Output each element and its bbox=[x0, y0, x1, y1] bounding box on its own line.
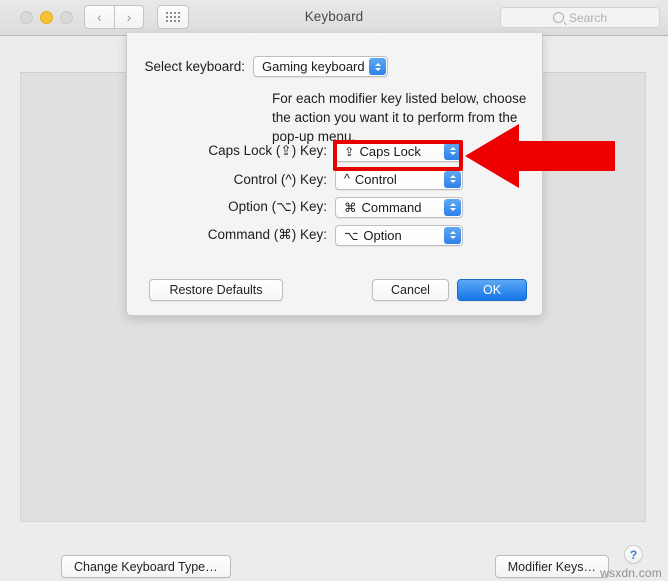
search-placeholder: Search bbox=[568, 10, 608, 25]
modifier-rows: Caps Lock (⇪) Key: ⇪ Caps Lock Control (… bbox=[127, 137, 544, 249]
modifier-row-control: Control (^) Key: ^ Control bbox=[127, 165, 544, 193]
chevron-updown-icon bbox=[444, 226, 461, 244]
command-glyph-icon: ⌘ bbox=[344, 200, 357, 215]
help-button[interactable]: ? bbox=[624, 545, 643, 564]
window-toolbar: ‹ › Keyboard Search bbox=[0, 0, 668, 36]
option-value: Command bbox=[361, 199, 422, 215]
caps-lock-value: Caps Lock bbox=[359, 143, 421, 159]
search-icon bbox=[552, 12, 564, 23]
ok-button[interactable]: OK bbox=[457, 279, 527, 301]
command-value-wrap: ⌥ Option bbox=[336, 228, 454, 243]
change-keyboard-type-button[interactable]: Change Keyboard Type… bbox=[61, 555, 231, 578]
caps-lock-popup[interactable]: ⇪ Caps Lock bbox=[335, 140, 463, 162]
modifier-keys-sheet: Select keyboard: Gaming keyboard For eac… bbox=[126, 33, 543, 316]
control-value: Control bbox=[354, 171, 397, 187]
option-label: Option (⌥) Key: bbox=[228, 199, 327, 214]
option-value-wrap: ⌘ Command bbox=[336, 200, 454, 215]
caps-lock-glyph-icon: ⇪ bbox=[344, 144, 355, 159]
command-popup[interactable]: ⌥ Option bbox=[335, 224, 463, 246]
chevron-updown-icon bbox=[444, 170, 461, 188]
keyboard-select-popup[interactable]: Gaming keyboard bbox=[253, 56, 388, 77]
modifier-keys-button[interactable]: Modifier Keys… bbox=[494, 555, 609, 578]
control-label: Control (^) Key: bbox=[233, 171, 327, 187]
keyboard-select-value: Gaming keyboard bbox=[262, 59, 365, 74]
restore-defaults-button[interactable]: Restore Defaults bbox=[149, 279, 283, 301]
search-field[interactable]: Search bbox=[500, 7, 660, 28]
modifier-row-caps-lock: Caps Lock (⇪) Key: ⇪ Caps Lock bbox=[127, 137, 544, 165]
command-value: Option bbox=[363, 227, 402, 243]
control-value-wrap: ^ Control bbox=[336, 172, 454, 187]
modifier-row-option: Option (⌥) Key: ⌘ Command bbox=[127, 193, 544, 221]
option-glyph-icon: ⌥ bbox=[344, 228, 359, 243]
keyboard-preferences-window: ‹ › Keyboard Search Change Keyboard Type… bbox=[0, 0, 668, 581]
caps-lock-value-wrap: ⇪ Caps Lock bbox=[336, 144, 454, 159]
watermark: wsxdn.com bbox=[600, 566, 662, 580]
caps-lock-label: Caps Lock (⇪) Key: bbox=[208, 143, 327, 158]
control-glyph-icon: ^ bbox=[344, 172, 350, 186]
modifier-row-command: Command (⌘) Key: ⌥ Option bbox=[127, 221, 544, 249]
chevron-updown-icon bbox=[444, 142, 461, 160]
cancel-button[interactable]: Cancel bbox=[372, 279, 449, 301]
chevron-updown-icon bbox=[444, 198, 461, 216]
command-label: Command (⌘) Key: bbox=[207, 227, 327, 242]
select-keyboard-label: Select keyboard: bbox=[144, 59, 245, 74]
option-popup[interactable]: ⌘ Command bbox=[335, 196, 463, 218]
select-keyboard-row: Select keyboard: Gaming keyboard bbox=[127, 56, 544, 77]
control-popup[interactable]: ^ Control bbox=[335, 168, 463, 190]
chevron-updown-icon bbox=[369, 58, 386, 75]
